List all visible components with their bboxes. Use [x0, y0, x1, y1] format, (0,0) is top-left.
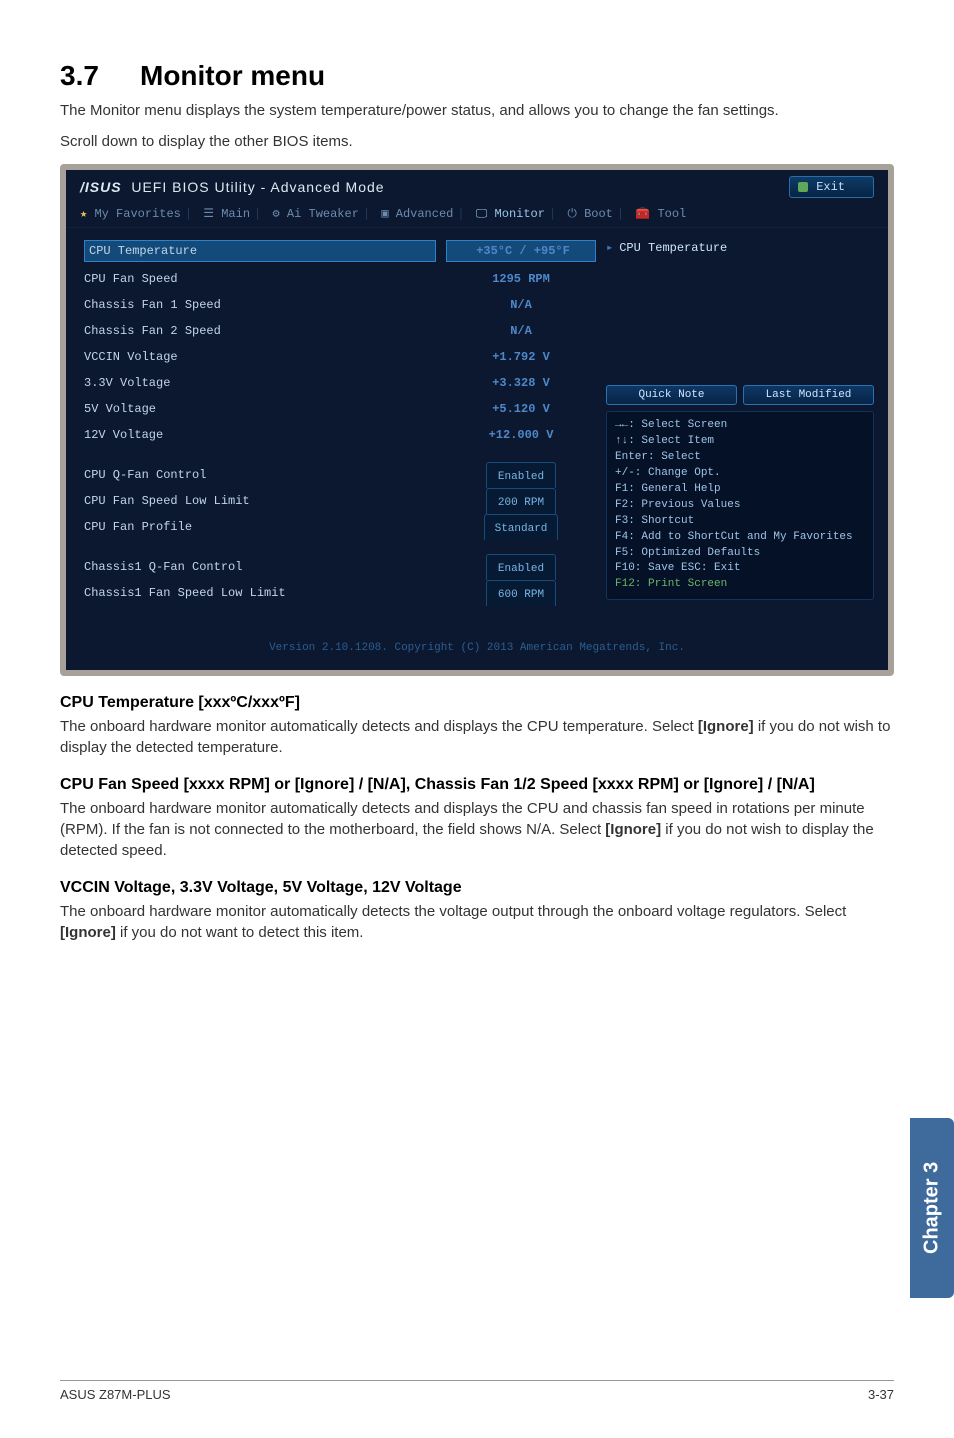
tweaker-icon: ⚙	[272, 207, 279, 221]
val-5v-voltage: +5.120 V	[492, 402, 550, 416]
help-line-5: F1: General Help	[615, 482, 865, 498]
paragraph-fan-speed: The onboard hardware monitor automatical…	[60, 798, 894, 861]
section-number: 3.7	[60, 60, 140, 92]
heading-voltages: VCCIN Voltage, 3.3V Voltage, 5V Voltage,…	[60, 879, 894, 897]
row-chassis1-qfan-control[interactable]: Chassis1 Q-Fan Control	[84, 554, 436, 580]
tab-monitor[interactable]: Monitor	[495, 207, 545, 221]
monitor-icon: 🖵	[476, 207, 488, 221]
section-heading: 3.7Monitor menu	[60, 60, 894, 92]
right-panel-title: CPU Temperature	[619, 241, 727, 255]
last-modified-button[interactable]: Last Modified	[743, 385, 874, 405]
tool-icon: 🧰	[635, 207, 650, 221]
intro-paragraph-1: The Monitor menu displays the system tem…	[60, 100, 894, 121]
bios-left-column: CPU Temperature CPU Fan Speed Chassis Fa…	[66, 228, 446, 628]
help-line-7: F3: Shortcut	[615, 514, 865, 530]
heading-fan-speed: CPU Fan Speed [xxxx RPM] or [Ignore] / […	[60, 776, 894, 794]
section-title-text: Monitor menu	[140, 60, 325, 91]
heading-cpu-temperature: CPU Temperature [xxxºC/xxxºF]	[60, 694, 894, 712]
help-line-8: F4: Add to ShortCut and My Favorites	[615, 530, 865, 546]
bios-right-panel: ▸ CPU Temperature Quick Note Last Modifie…	[596, 228, 888, 628]
val-chassis-fan-1-speed: N/A	[510, 298, 532, 312]
row-cpu-fan-profile[interactable]: CPU Fan Profile	[84, 514, 436, 540]
bios-tab-bar: ★ My Favorites| ☰ Main| ⚙ Ai Tweaker| ▣ …	[66, 204, 888, 228]
help-line-2: ↑↓: Select Item	[615, 434, 865, 450]
val-chassis1-fan-speed-low-limit[interactable]: 600 RPM	[486, 580, 556, 606]
help-line-3: Enter: Select	[615, 450, 865, 466]
paragraph-cpu-temperature: The onboard hardware monitor automatical…	[60, 716, 894, 758]
val-cpu-fan-speed: 1295 RPM	[492, 272, 550, 286]
paragraph-voltages: The onboard hardware monitor automatical…	[60, 901, 894, 943]
help-box: →←: Select Screen ↑↓: Select Item Enter:…	[606, 411, 874, 600]
val-3v3-voltage: +3.328 V	[492, 376, 550, 390]
help-line-11: F12: Print Screen	[615, 577, 865, 593]
row-cpu-qfan-control[interactable]: CPU Q-Fan Control	[84, 462, 436, 488]
val-12v-voltage: +12.000 V	[489, 428, 554, 442]
intro-paragraph-2: Scroll down to display the other BIOS it…	[60, 131, 894, 152]
val-cpu-temperature: +35°C / +95°F	[476, 244, 570, 258]
help-line-10: F10: Save ESC: Exit	[615, 561, 865, 577]
bios-brand: /ISUS UEFI BIOS Utility - Advanced Mode	[80, 179, 385, 195]
menu-icon: ☰	[203, 207, 214, 221]
val-cpu-fan-profile[interactable]: Standard	[484, 514, 559, 540]
tab-advanced[interactable]: Advanced	[396, 207, 454, 221]
row-cpu-fan-speed-low-limit[interactable]: CPU Fan Speed Low Limit	[84, 488, 436, 514]
tab-boot[interactable]: Boot	[584, 207, 613, 221]
help-line-4: +/-: Change Opt.	[615, 466, 865, 482]
bullet-icon: ▸	[606, 241, 613, 255]
row-vccin-voltage[interactable]: VCCIN Voltage	[84, 344, 436, 370]
row-cpu-temperature[interactable]: CPU Temperature	[84, 240, 436, 262]
exit-button[interactable]: Exit	[789, 176, 874, 198]
row-3v3-voltage[interactable]: 3.3V Voltage	[84, 370, 436, 396]
val-vccin-voltage: +1.792 V	[492, 350, 550, 364]
bios-version-footer: Version 2.10.1208. Copyright (C) 2013 Am…	[66, 628, 888, 672]
row-chassis1-fan-speed-low-limit[interactable]: Chassis1 Fan Speed Low Limit	[84, 580, 436, 606]
help-line-6: F2: Previous Values	[615, 498, 865, 514]
val-cpu-fan-speed-low-limit[interactable]: 200 RPM	[486, 488, 556, 514]
val-cpu-qfan-control[interactable]: Enabled	[486, 462, 556, 488]
help-line-1: →←: Select Screen	[615, 418, 865, 434]
row-12v-voltage[interactable]: 12V Voltage	[84, 422, 436, 448]
boot-icon: ⏻	[567, 207, 577, 221]
tab-tool[interactable]: Tool	[657, 207, 686, 221]
footer-left: ASUS Z87M-PLUS	[60, 1387, 171, 1402]
val-chassis1-qfan-control[interactable]: Enabled	[486, 554, 556, 580]
row-5v-voltage[interactable]: 5V Voltage	[84, 396, 436, 422]
val-chassis-fan-2-speed: N/A	[510, 324, 532, 338]
bios-value-column: +35°C / +95°F 1295 RPM N/A N/A +1.792 V …	[446, 228, 596, 628]
row-chassis-fan-1-speed[interactable]: Chassis Fan 1 Speed	[84, 292, 436, 318]
chapter-tab: Chapter 3	[910, 1118, 954, 1298]
tab-ai-tweaker[interactable]: Ai Tweaker	[287, 207, 359, 221]
quick-note-button[interactable]: Quick Note	[606, 385, 737, 405]
page-footer: ASUS Z87M-PLUS 3-37	[60, 1380, 894, 1402]
row-cpu-fan-speed[interactable]: CPU Fan Speed	[84, 266, 436, 292]
help-line-9: F5: Optimized Defaults	[615, 546, 865, 562]
star-icon: ★	[80, 207, 87, 221]
bios-screenshot: /ISUS UEFI BIOS Utility - Advanced Mode …	[60, 164, 894, 676]
tab-main[interactable]: Main	[221, 207, 250, 221]
row-chassis-fan-2-speed[interactable]: Chassis Fan 2 Speed	[84, 318, 436, 344]
footer-right: 3-37	[868, 1387, 894, 1402]
advanced-icon: ▣	[381, 207, 388, 221]
tab-my-favorites[interactable]: My Favorites	[94, 207, 180, 221]
